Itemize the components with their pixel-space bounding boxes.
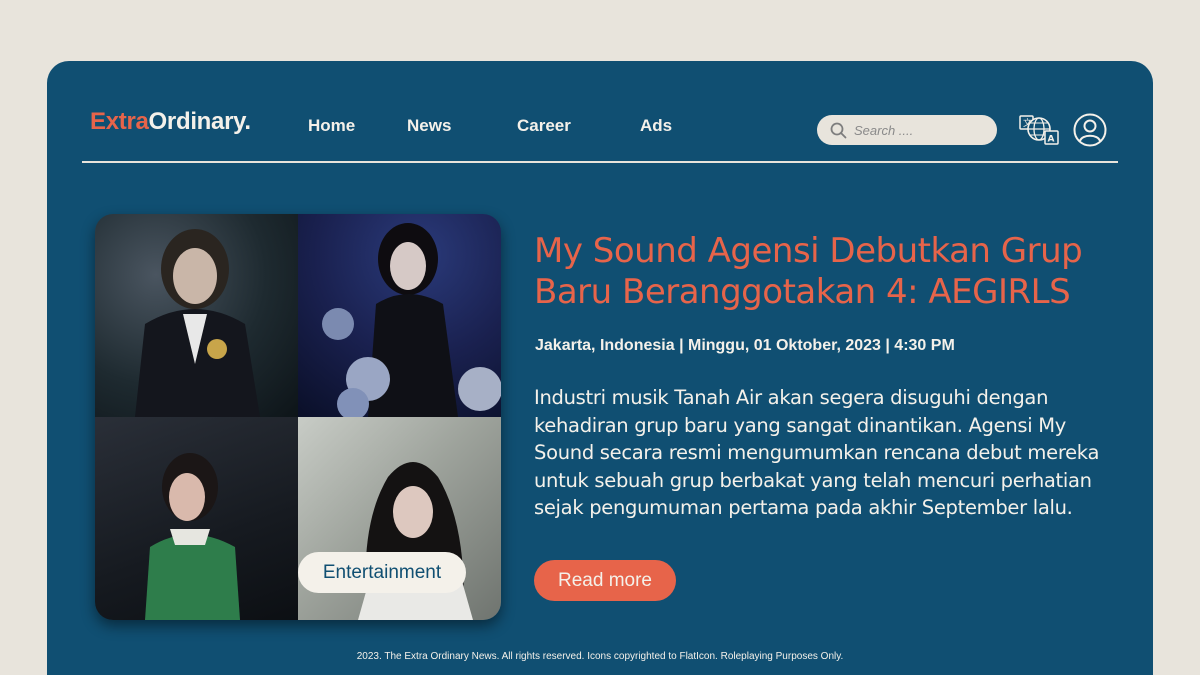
search-box[interactable] — [817, 115, 997, 145]
member-photo-1 — [95, 214, 298, 417]
article-excerpt: Industri musik Tanah Air akan segera dis… — [534, 386, 1100, 519]
category-badge[interactable]: Entertainment — [298, 552, 466, 593]
read-more-button[interactable]: Read more — [534, 560, 676, 601]
user-icon[interactable] — [1073, 113, 1107, 147]
article-headline[interactable]: My Sound Agensi Debutkan Grup Baru Beran… — [534, 231, 1114, 313]
nav-ads[interactable]: Ads — [640, 116, 672, 136]
svg-text:A: A — [1048, 135, 1055, 145]
nav-news[interactable]: News — [407, 116, 451, 136]
member-photo-3 — [95, 417, 298, 620]
logo-part-ordinary: Ordinary. — [148, 108, 252, 135]
member-photo-2 — [298, 214, 501, 417]
nav-home[interactable]: Home — [308, 116, 355, 136]
header-divider — [82, 161, 1118, 163]
site-logo[interactable]: ExtraOrdinary. — [90, 108, 251, 136]
nav-career[interactable]: Career — [517, 116, 571, 136]
footer-copyright: 2023. The Extra Ordinary News. All right… — [356, 651, 844, 662]
search-icon — [830, 122, 847, 138]
search-input[interactable] — [854, 122, 984, 138]
language-icon[interactable]: 文 A — [1019, 113, 1059, 147]
article-meta: Jakarta, Indonesia | Minggu, 01 Oktober,… — [535, 337, 955, 354]
logo-part-extra: Extra — [90, 108, 149, 135]
